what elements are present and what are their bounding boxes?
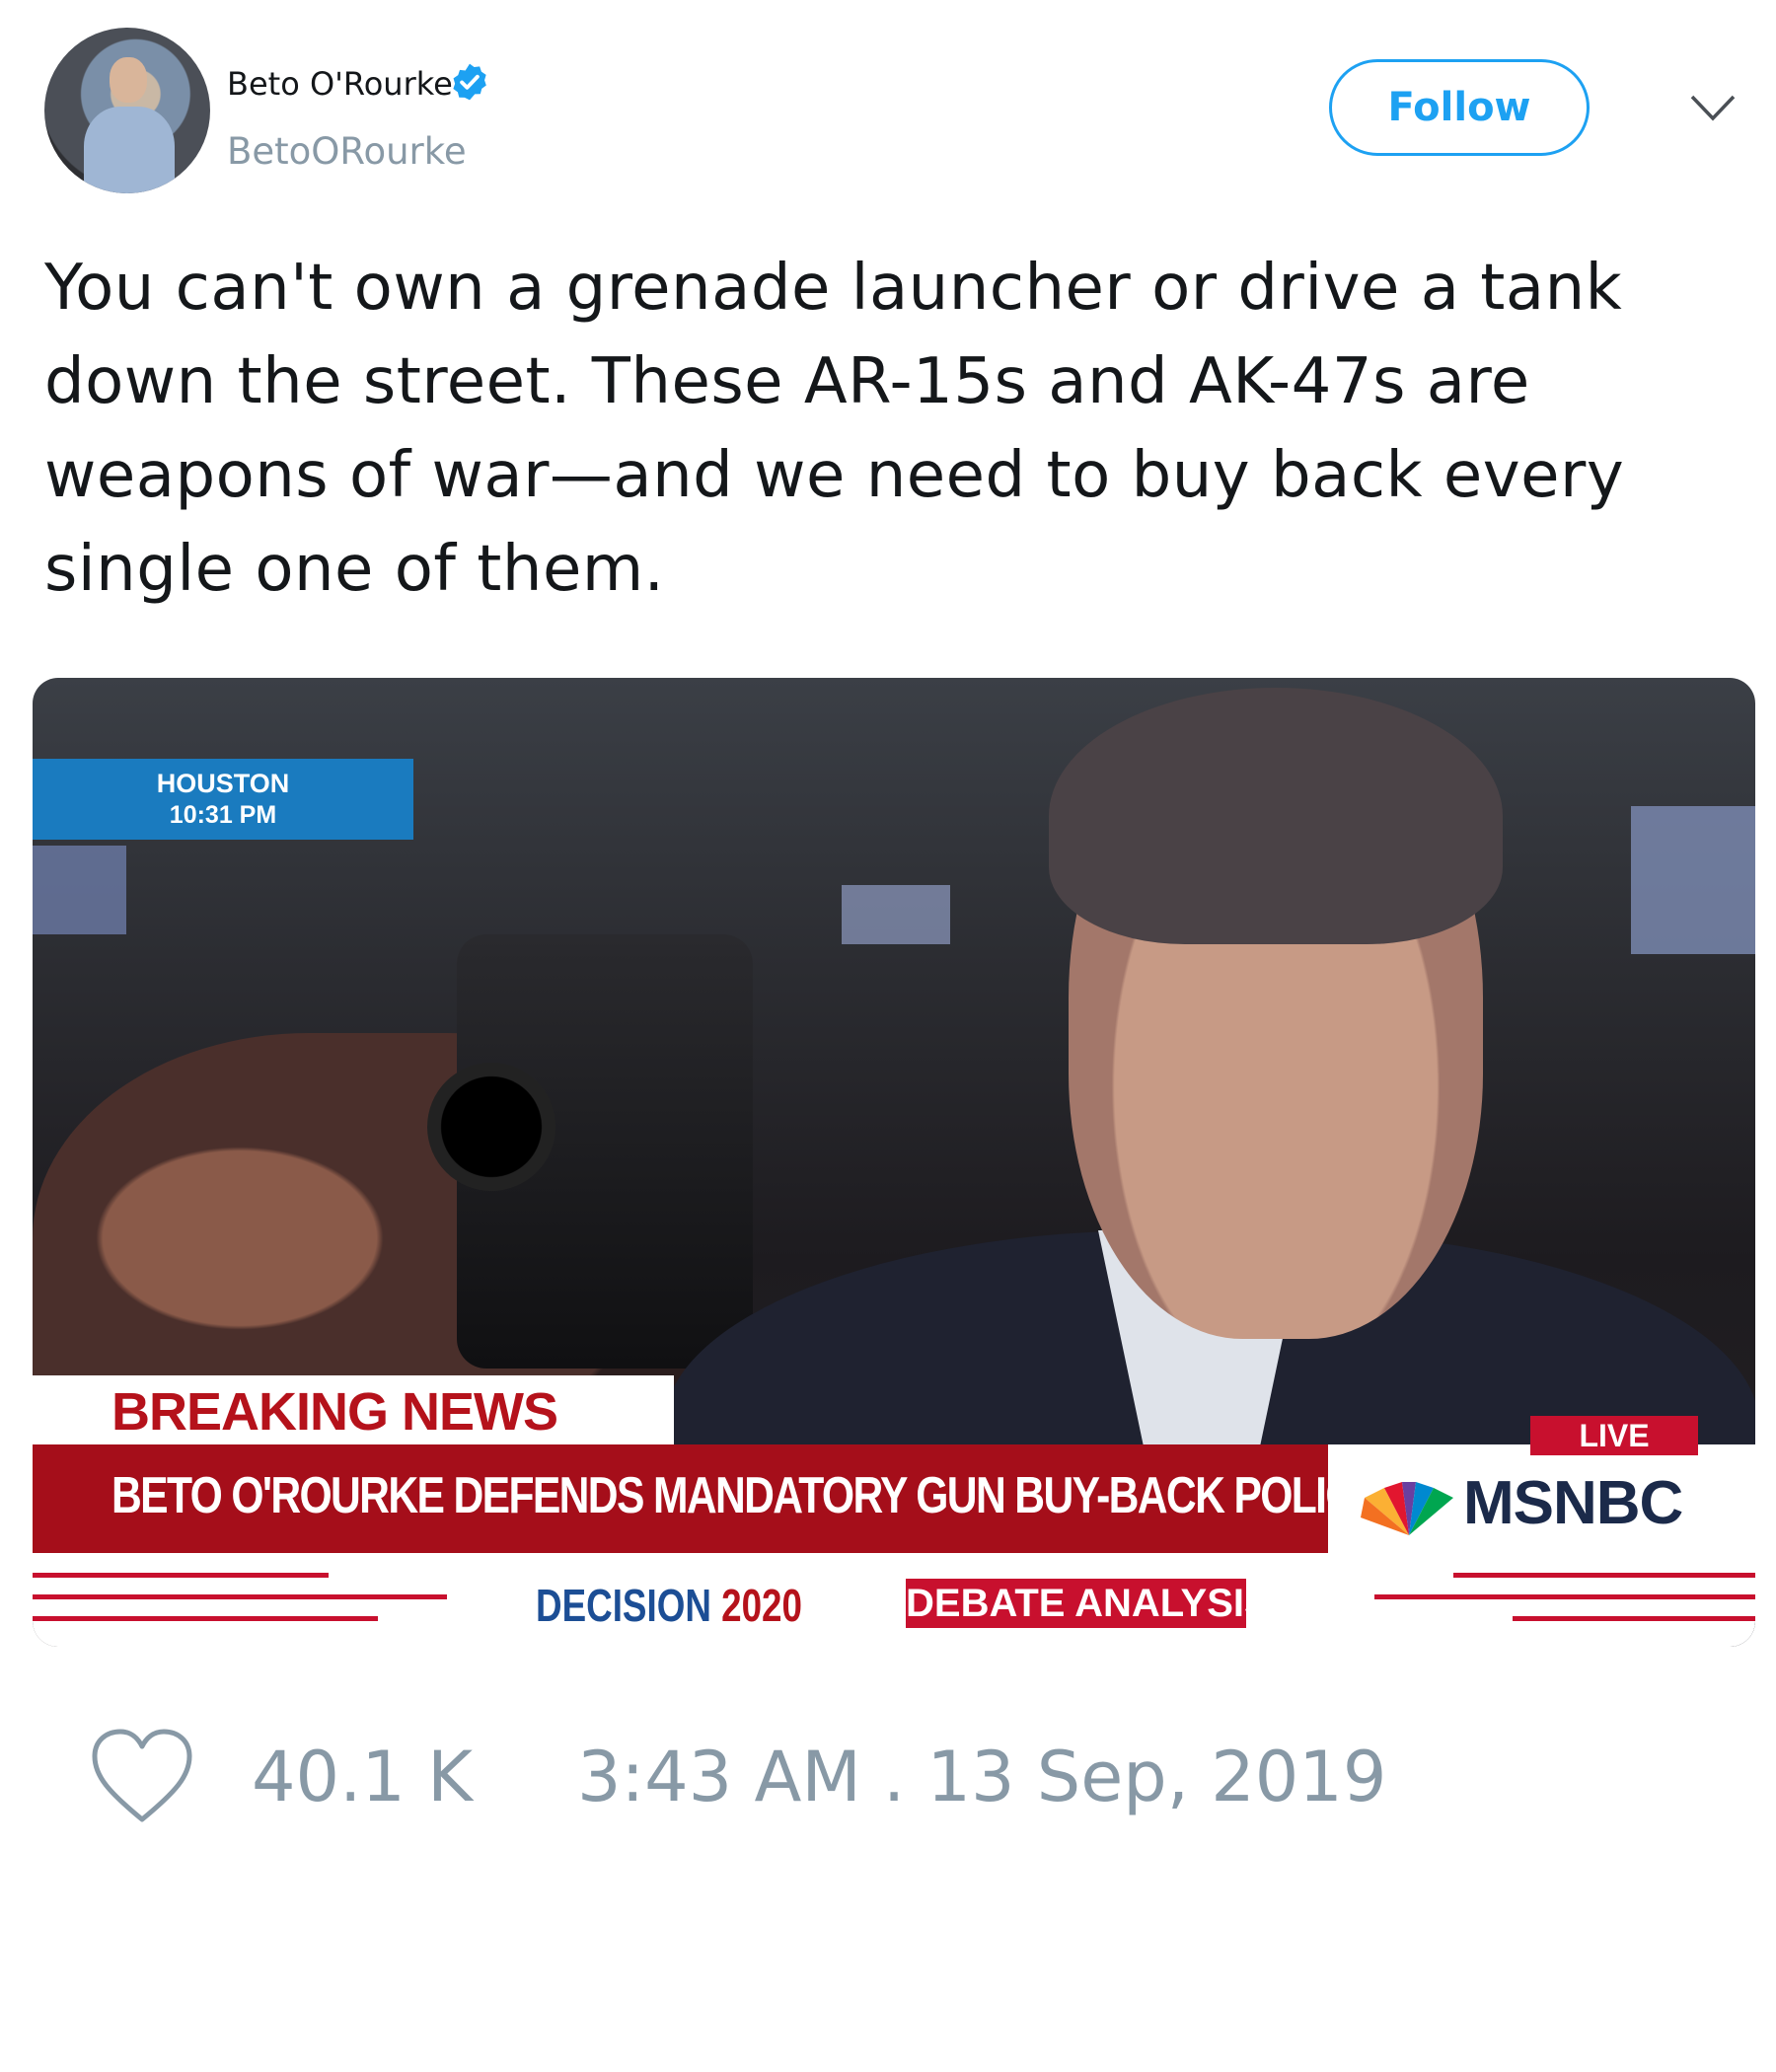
handle[interactable]: BetoORourke: [227, 130, 467, 173]
breaking-news-box: BREAKING NEWS: [33, 1375, 674, 1444]
location-label: HOUSTON: [156, 769, 290, 798]
avatar-face: [110, 57, 147, 103]
breaking-news-label: BREAKING NEWS: [111, 1382, 558, 1442]
avatar[interactable]: [44, 28, 210, 193]
decor-line: [1374, 1594, 1755, 1599]
like-count: 40.1 K: [252, 1737, 474, 1817]
avatar-shirt: [84, 107, 175, 193]
speaker-hair: [1049, 688, 1503, 944]
tweet-timestamp[interactable]: 3:43 AM . 13 Sep, 2019: [577, 1737, 1386, 1817]
decision-word: DECISION: [536, 1580, 711, 1631]
bottom-ticker-bar: [33, 1553, 1755, 1647]
camera-lens: [427, 1063, 555, 1191]
decor-line: [33, 1616, 378, 1621]
tweet-media-video[interactable]: HOUSTON 10:31 PM BREAKING NEWS BETO O'RO…: [33, 678, 1755, 1647]
segment-label: DEBATE ANALYSIS: [906, 1579, 1246, 1628]
decor-line: [1453, 1573, 1755, 1578]
follow-button[interactable]: Follow: [1329, 59, 1590, 156]
decor-line: [1513, 1616, 1755, 1621]
decor-line: [33, 1573, 329, 1578]
decor-line: [33, 1594, 447, 1599]
network-logo-text: MSNBC: [1463, 1469, 1683, 1537]
tweet-text: You can't own a grenade launcher or driv…: [44, 252, 1625, 606]
chevron-down-icon[interactable]: [1689, 93, 1737, 122]
background-screen: [842, 885, 950, 944]
peacock-logo-icon: [1361, 1482, 1453, 1535]
decision-2020-label: DECISION 2020: [536, 1579, 802, 1632]
live-badge: LIVE: [1530, 1416, 1698, 1455]
decision-year: 2020: [721, 1580, 802, 1631]
display-name[interactable]: Beto O'Rourke: [227, 65, 453, 103]
verified-badge-icon: [453, 63, 486, 101]
time-label: 10:31 PM: [169, 801, 277, 829]
location-time-tag: HOUSTON 10:31 PM: [33, 759, 413, 840]
headline-bar: BETO O'ROURKE DEFENDS MANDATORY GUN BUY-…: [33, 1444, 1382, 1553]
background-screen: [1631, 806, 1755, 954]
headline-text: BETO O'ROURKE DEFENDS MANDATORY GUN BUY-…: [111, 1467, 1382, 1524]
heart-icon[interactable]: [89, 1727, 195, 1825]
news-lower-third: BREAKING NEWS BETO O'ROURKE DEFENDS MAND…: [33, 1375, 1755, 1647]
background-screen: [33, 846, 126, 934]
